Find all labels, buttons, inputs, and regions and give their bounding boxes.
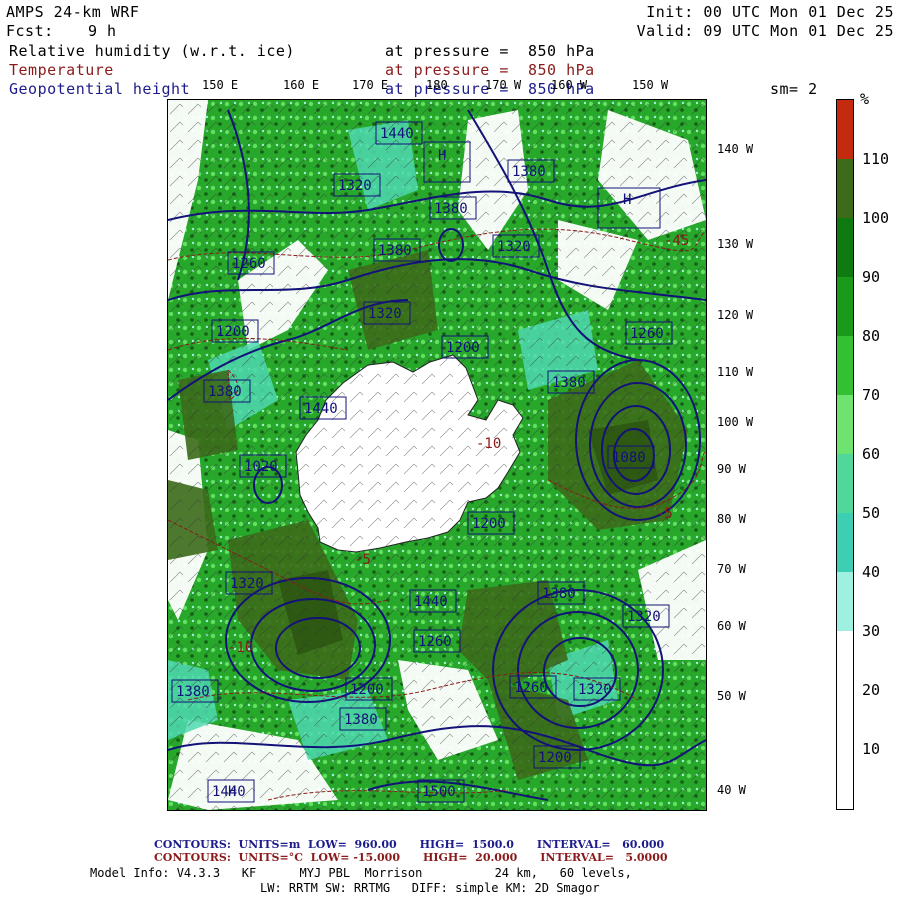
colorbar — [836, 99, 854, 810]
svg-text:1260: 1260 — [232, 256, 266, 272]
svg-text:1260: 1260 — [514, 680, 548, 696]
colorbar-segment — [837, 572, 853, 631]
field-rh-level: at pressure = 850 hPa — [385, 42, 595, 60]
lon-label-right: 50 W — [717, 689, 746, 703]
field-height-name: Geopotential height — [9, 80, 191, 98]
lon-label-right: 130 W — [717, 237, 754, 251]
field-rh-name: Relative humidity (w.r.t. ice) — [9, 42, 295, 60]
colorbar-tick: 100 — [862, 209, 890, 227]
colorbar-segment — [837, 336, 853, 395]
svg-text:1080: 1080 — [612, 450, 646, 466]
lon-label: 170 E — [352, 78, 389, 92]
colorbar-segment — [837, 631, 853, 809]
svg-text:1380: 1380 — [344, 712, 378, 728]
svg-text:1320: 1320 — [497, 239, 531, 255]
init-time: Init: 00 UTC Mon 01 Dec 25 — [646, 3, 894, 21]
colorbar-segment — [837, 100, 853, 159]
svg-text:1200: 1200 — [446, 340, 480, 356]
svg-text:-10: -10 — [476, 436, 501, 452]
lon-label-right: 80 W — [717, 512, 746, 526]
svg-text:H: H — [438, 148, 446, 164]
lon-label: 150 E — [202, 78, 239, 92]
svg-text:H: H — [623, 192, 631, 208]
colorbar-segment — [837, 513, 853, 572]
svg-text:1320: 1320 — [368, 306, 402, 322]
weather-map: 1440 1320 1380 1380 1320 1260 1380 1200 … — [167, 99, 707, 811]
valid-time: Valid: 09 UTC Mon 01 Dec 25 — [636, 22, 894, 40]
field-temp-level: at pressure = 850 hPa — [385, 61, 595, 79]
lon-label: 170 W — [485, 78, 522, 92]
svg-text:1260: 1260 — [630, 326, 664, 342]
forecast-hour: 9 h — [88, 22, 117, 40]
lon-label-right: 110 W — [717, 365, 754, 379]
colorbar-segment — [837, 277, 853, 336]
svg-text:1020: 1020 — [244, 459, 278, 475]
model-info: Model Info: V4.3.3 KF MYJ PBL Morrison 2… — [90, 866, 632, 880]
lon-label-right: 40 W — [717, 783, 746, 797]
svg-text:H: H — [228, 784, 236, 800]
colorbar-segment — [837, 454, 853, 513]
temp-contour-info: CONTOURS: UNITS=°C LOW= -15.000 HIGH= 20… — [154, 851, 668, 864]
lon-label-right: 60 W — [717, 619, 746, 633]
svg-text:1320: 1320 — [578, 682, 612, 698]
physics-info: LW: RRTM SW: RRTMG DIFF: simple KM: 2D S… — [260, 881, 600, 895]
svg-text:-5: -5 — [354, 552, 371, 568]
svg-text:1440: 1440 — [304, 401, 338, 417]
colorbar-tick: 20 — [862, 681, 881, 699]
colorbar-tick: 10 — [862, 740, 881, 758]
svg-text:1320: 1320 — [338, 178, 372, 194]
svg-text:1380: 1380 — [512, 164, 546, 180]
colorbar-tick: 90 — [862, 268, 881, 286]
colorbar-segment — [837, 218, 853, 277]
svg-text:1380: 1380 — [434, 201, 468, 217]
colorbar-segment — [837, 395, 853, 454]
colorbar-tick: 40 — [862, 563, 881, 581]
colorbar-segment — [837, 159, 853, 218]
svg-text:1200: 1200 — [538, 750, 572, 766]
svg-text:-5: -5 — [656, 506, 673, 522]
lon-label-right: 120 W — [717, 308, 754, 322]
lon-label-right: 100 W — [717, 415, 754, 429]
lon-label: 150 W — [632, 78, 669, 92]
lon-label-right: 90 W — [717, 462, 746, 476]
height-contour-info: CONTOURS: UNITS=m LOW= 960.00 HIGH= 1500… — [154, 838, 665, 851]
svg-text:1200: 1200 — [472, 516, 506, 532]
svg-text:1380: 1380 — [208, 384, 242, 400]
map-canvas: 1440 1320 1380 1380 1320 1260 1380 1200 … — [168, 100, 706, 810]
svg-text:1200: 1200 — [350, 682, 384, 698]
svg-text:1200: 1200 — [216, 324, 250, 340]
svg-text:1380: 1380 — [542, 586, 576, 602]
colorbar-unit: % — [860, 90, 870, 108]
svg-text:1380: 1380 — [176, 684, 210, 700]
colorbar-tick: 50 — [862, 504, 881, 522]
colorbar-tick: 70 — [862, 386, 881, 404]
svg-text:1500: 1500 — [422, 784, 456, 800]
svg-text:1320: 1320 — [230, 576, 264, 592]
svg-text:1380: 1380 — [378, 243, 412, 259]
lon-label: 160 E — [283, 78, 320, 92]
field-temp-name: Temperature — [9, 61, 114, 79]
lon-label: 160 W — [551, 78, 588, 92]
smoothing-label: sm= 2 — [770, 80, 818, 98]
lon-label-right: 140 W — [717, 142, 754, 156]
model-title: AMPS 24-km WRF — [6, 3, 140, 21]
svg-text:1320: 1320 — [627, 609, 661, 625]
colorbar-tick: 80 — [862, 327, 881, 345]
svg-text:1380: 1380 — [552, 375, 586, 391]
svg-text:-45: -45 — [664, 233, 689, 249]
colorbar-tick: 30 — [862, 622, 881, 640]
svg-text:1440: 1440 — [414, 594, 448, 610]
forecast-label: Fcst: — [6, 22, 54, 40]
colorbar-tick: 60 — [862, 445, 881, 463]
lon-label: 180 — [426, 78, 448, 92]
svg-text:-10: -10 — [228, 640, 253, 656]
svg-text:1440: 1440 — [380, 126, 414, 142]
colorbar-tick: 110 — [862, 150, 890, 168]
svg-text:1260: 1260 — [418, 634, 452, 650]
lon-label-right: 70 W — [717, 562, 746, 576]
